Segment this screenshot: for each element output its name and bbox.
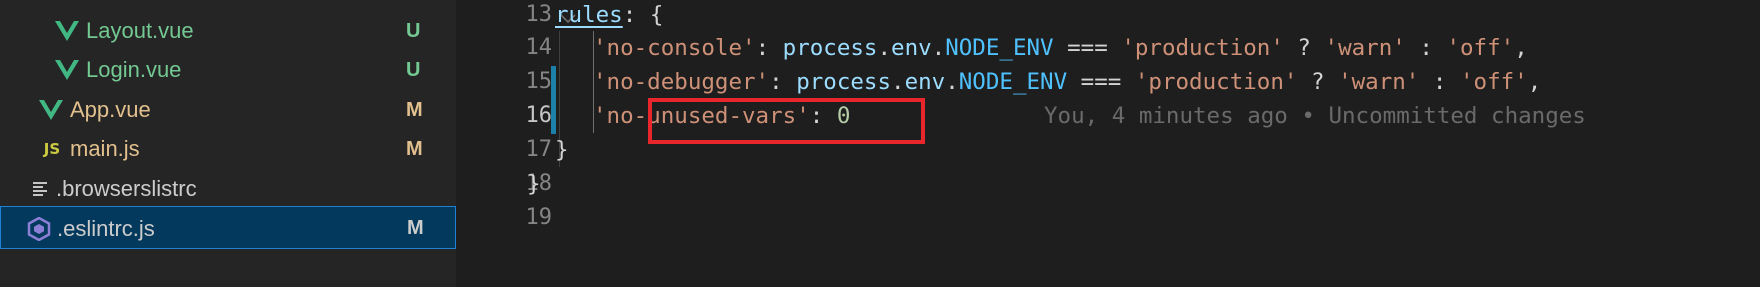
file-item-browserslistrc[interactable]: .browserslistrc (0, 167, 456, 211)
code-line-17: } (555, 137, 569, 163)
eslint-icon (25, 207, 53, 250)
git-status-badge: U (406, 59, 421, 81)
vue-icon (54, 48, 80, 92)
file-item-layout-vue[interactable]: Layout.vue U (0, 9, 456, 53)
vue-icon (54, 9, 80, 53)
list-icon (30, 167, 52, 211)
file-item-login-vue[interactable]: Login.vue U (0, 48, 456, 92)
git-status-badge: M (407, 217, 424, 239)
git-blame-annotation: You, 4 minutes ago • Uncommitted changes (1044, 103, 1586, 129)
file-label: Layout.vue (86, 18, 194, 43)
git-status-badge: M (406, 138, 423, 160)
git-status-badge: U (406, 20, 421, 42)
explorer-sidebar: Layout.vue U Login.vue U App.vue M JS ma… (0, 0, 456, 287)
line-number: 15 (525, 69, 553, 94)
code-editor[interactable]: 13 14 15 16 17 18 19 rules: { 'no-consol… (456, 0, 1760, 287)
file-item-main-js[interactable]: JS main.js M (0, 127, 456, 171)
code-line-15: 'no-debugger': process.env.NODE_ENV === … (593, 69, 1542, 95)
file-item-app-vue[interactable]: App.vue M (0, 88, 456, 132)
file-label: .eslintrc.js (57, 216, 155, 241)
git-status-badge: M (406, 99, 423, 121)
code-line-18: } (527, 171, 541, 197)
line-number: 17 (525, 137, 553, 162)
file-label: .browserslistrc (56, 176, 197, 201)
file-label: main.js (70, 136, 140, 161)
file-label: App.vue (70, 97, 151, 122)
code-line-14: 'no-console': process.env.NODE_ENV === '… (593, 35, 1528, 61)
file-item-eslintrc-js[interactable]: .eslintrc.js M (0, 206, 456, 249)
file-label: Login.vue (86, 57, 182, 82)
git-diff-indicator (551, 66, 556, 134)
line-number: 14 (525, 35, 553, 60)
vue-icon (38, 88, 64, 132)
js-icon: JS (43, 140, 61, 158)
line-number-active: 16 (525, 103, 553, 128)
highlight-box (648, 98, 925, 144)
line-number: 19 (525, 205, 553, 230)
